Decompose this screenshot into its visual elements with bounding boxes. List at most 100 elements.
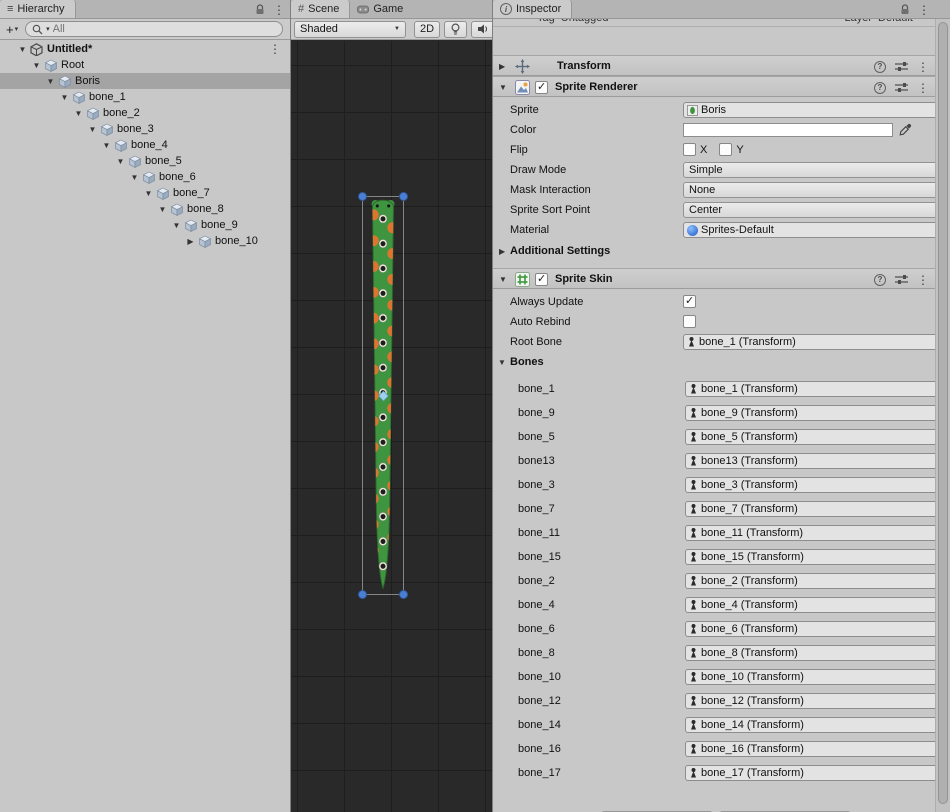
hierarchy-row[interactable]: ▼ bone_8: [0, 201, 290, 217]
foldout-icon[interactable]: ▼: [44, 77, 57, 86]
lock-icon[interactable]: [255, 4, 265, 15]
tag-value[interactable]: Untagged: [561, 19, 609, 24]
hierarchy-row[interactable]: ▼ Boris: [0, 73, 290, 89]
foldout-icon[interactable]: ▼: [58, 93, 71, 102]
scrollbar-thumb[interactable]: [938, 22, 948, 804]
hierarchy-row[interactable]: ▼ bone_5: [0, 153, 290, 169]
foldout-icon[interactable]: ▼: [100, 141, 113, 150]
hierarchy-row[interactable]: ▼ bone_6: [0, 169, 290, 185]
tab-hierarchy[interactable]: ≡ Hierarchy: [0, 0, 76, 18]
foldout-icon[interactable]: ▼: [499, 275, 507, 284]
bone-object-field[interactable]: bone_7 (Transform) ⊙: [685, 501, 935, 517]
bone-object-field[interactable]: bone_12 (Transform) ⊙: [685, 693, 935, 709]
hierarchy-row[interactable]: ▼ bone_2: [0, 105, 290, 121]
scene-viewport[interactable]: [291, 41, 492, 812]
foldout-icon[interactable]: ▼: [142, 189, 155, 198]
hierarchy-row[interactable]: ▶ bone_10: [0, 233, 290, 249]
inspector-kebab-icon[interactable]: ⋮: [918, 4, 930, 16]
hierarchy-row[interactable]: ▼ bone_9: [0, 217, 290, 233]
search-input[interactable]: [53, 23, 276, 35]
foldout-icon[interactable]: ▶: [499, 62, 505, 71]
foldout-icon[interactable]: ▼: [16, 45, 29, 54]
presets-icon[interactable]: [895, 82, 908, 93]
additional-settings-row[interactable]: ▶ Additional Settings: [493, 242, 935, 262]
add-object-button[interactable]: + ▾: [3, 21, 21, 37]
auto-rebind-checkbox[interactable]: [683, 315, 696, 328]
foldout-icon[interactable]: ▶: [184, 237, 197, 246]
component-kebab-icon[interactable]: ⋮: [917, 274, 929, 286]
shading-mode-dropdown[interactable]: Shaded ▼: [294, 21, 406, 38]
foldout-icon[interactable]: ▼: [30, 61, 43, 70]
bone-object-field[interactable]: bone_4 (Transform) ⊙: [685, 597, 935, 613]
component-kebab-icon[interactable]: ⋮: [917, 61, 929, 73]
component-kebab-icon[interactable]: ⋮: [917, 82, 929, 94]
foldout-icon[interactable]: ▼: [128, 173, 141, 182]
hierarchy-row[interactable]: ▼ Root: [0, 57, 290, 73]
bone-object-field[interactable]: bone_10 (Transform) ⊙: [685, 669, 935, 685]
presets-icon[interactable]: [895, 274, 908, 285]
sprite-skin-header[interactable]: ▼ ✓ Sprite Skin ? ⋮: [493, 268, 935, 289]
foldout-icon[interactable]: ▼: [499, 83, 507, 92]
bone-object-field[interactable]: bone_11 (Transform) ⊙: [685, 525, 935, 541]
sprite-renderer-header[interactable]: ▼ ✓ Sprite Renderer ? ⋮: [493, 76, 935, 97]
audio-toggle-button[interactable]: [471, 21, 492, 38]
bone-object-field[interactable]: bone_16 (Transform) ⊙: [685, 741, 935, 757]
bone-object-field[interactable]: bone_1 (Transform) ⊙: [685, 381, 935, 397]
foldout-icon[interactable]: ▶: [499, 247, 505, 256]
help-icon[interactable]: ?: [874, 61, 886, 73]
bone-object-field[interactable]: bone_5 (Transform) ⊙: [685, 429, 935, 445]
presets-icon[interactable]: [895, 61, 908, 72]
draw-mode-dropdown[interactable]: Simple ▼: [683, 162, 935, 178]
bones-foldout-row[interactable]: ▼ Bones: [493, 353, 935, 373]
inspector-scrollbar[interactable]: [935, 19, 950, 812]
bone-object-field[interactable]: bone_14 (Transform) ⊙: [685, 717, 935, 733]
selection-handle-top-left[interactable]: [358, 192, 367, 201]
hierarchy-row[interactable]: ▼ bone_3: [0, 121, 290, 137]
selection-handle-top-right[interactable]: [399, 192, 408, 201]
foldout-icon[interactable]: ▼: [114, 157, 127, 166]
layer-value[interactable]: Default: [878, 19, 913, 24]
tab-scene[interactable]: # Scene: [291, 0, 350, 18]
foldout-icon[interactable]: ▼: [86, 125, 99, 134]
hierarchy-kebab-icon[interactable]: ⋮: [273, 4, 285, 16]
transform-component-header[interactable]: ▶ Transform ? ⋮: [493, 55, 935, 76]
hierarchy-row[interactable]: ▼ bone_7: [0, 185, 290, 201]
mask-interaction-dropdown[interactable]: None ▼: [683, 182, 935, 198]
hierarchy-row[interactable]: ▼ Untitled* ⋮: [0, 41, 290, 57]
tab-inspector[interactable]: i Inspector: [493, 0, 572, 18]
lock-icon[interactable]: [900, 4, 910, 15]
foldout-icon[interactable]: ▼: [170, 221, 183, 230]
lighting-toggle-button[interactable]: [444, 21, 467, 38]
sort-point-dropdown[interactable]: Center ▼: [683, 202, 935, 218]
component-enabled-checkbox[interactable]: ✓: [535, 81, 548, 94]
bone-object-field[interactable]: bone_8 (Transform) ⊙: [685, 645, 935, 661]
sprite-object-field[interactable]: Boris ⊙: [683, 102, 935, 118]
row-kebab-icon[interactable]: ⋮: [269, 43, 281, 55]
foldout-icon[interactable]: ▼: [156, 205, 169, 214]
eyedropper-icon[interactable]: [899, 123, 913, 137]
bone-object-field[interactable]: bone_6 (Transform) ⊙: [685, 621, 935, 637]
hierarchy-row[interactable]: ▼ bone_1: [0, 89, 290, 105]
root-bone-object-field[interactable]: bone_1 (Transform) ⊙: [683, 334, 935, 350]
material-object-field[interactable]: Sprites-Default ⊙: [683, 222, 935, 238]
foldout-icon[interactable]: ▼: [498, 358, 506, 367]
help-icon[interactable]: ?: [874, 274, 886, 286]
hierarchy-row[interactable]: ▼ bone_4: [0, 137, 290, 153]
tab-game[interactable]: Game: [350, 0, 413, 18]
foldout-icon[interactable]: ▼: [72, 109, 85, 118]
help-icon[interactable]: ?: [874, 82, 886, 94]
always-update-checkbox[interactable]: ✓: [683, 295, 696, 308]
bone-object-field[interactable]: bone_2 (Transform) ⊙: [685, 573, 935, 589]
selection-handle-bottom-right[interactable]: [399, 590, 408, 599]
hierarchy-search[interactable]: ▾: [25, 21, 283, 37]
bone-object-field[interactable]: bone_9 (Transform) ⊙: [685, 405, 935, 421]
search-filter-caret-icon[interactable]: ▾: [46, 25, 50, 33]
bone-object-field[interactable]: bone13 (Transform) ⊙: [685, 453, 935, 469]
bone-object-field[interactable]: bone_15 (Transform) ⊙: [685, 549, 935, 565]
component-enabled-checkbox[interactable]: ✓: [535, 273, 548, 286]
flip-y-checkbox[interactable]: [719, 143, 732, 156]
bone-object-field[interactable]: bone_3 (Transform) ⊙: [685, 477, 935, 493]
color-swatch[interactable]: [683, 123, 893, 137]
flip-x-checkbox[interactable]: [683, 143, 696, 156]
bone-object-field[interactable]: bone_17 (Transform) ⊙: [685, 765, 935, 781]
